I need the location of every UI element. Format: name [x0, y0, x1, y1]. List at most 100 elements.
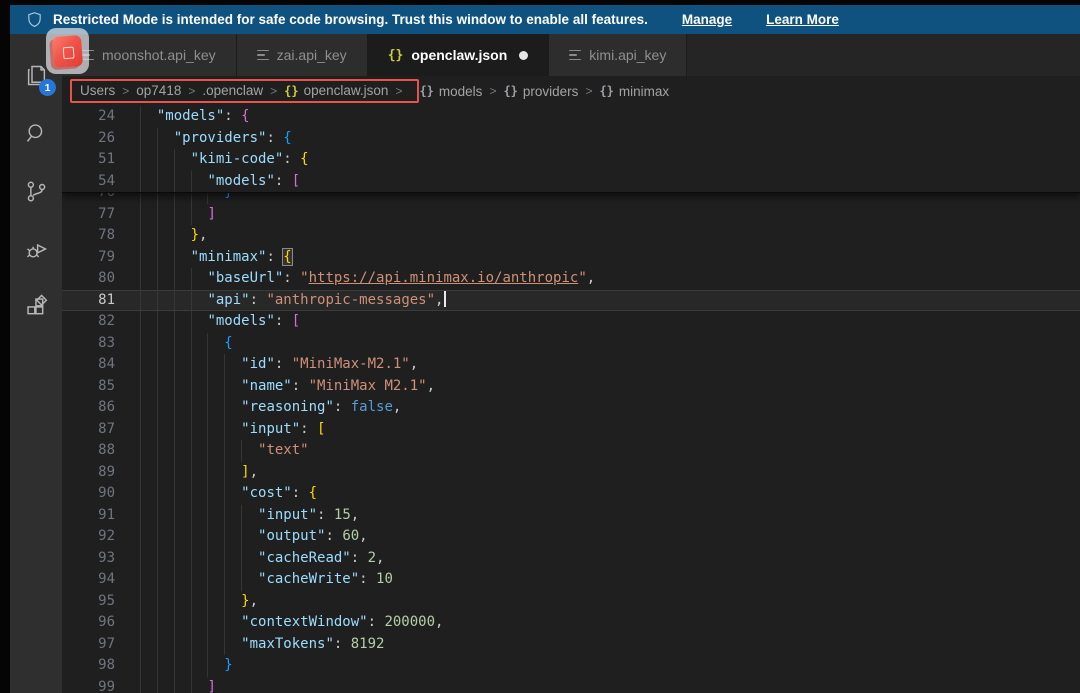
code-line-24[interactable]: 24 "models": { [62, 106, 1080, 128]
code-text[interactable]: }, [140, 590, 1080, 612]
code-line-54[interactable]: 54 "models": [ [62, 170, 1080, 193]
code-text[interactable]: "cost": { [140, 483, 1080, 505]
code-line-86[interactable]: 86 "reasoning": false, [62, 397, 1080, 419]
code-text[interactable]: "id": "MiniMax-M2.1", [140, 354, 1080, 376]
learn-more-link[interactable]: Learn More [766, 12, 839, 27]
fold-gutter[interactable] [115, 440, 140, 462]
code-text[interactable]: "name": "MiniMax M2.1", [140, 375, 1080, 397]
fold-gutter[interactable] [115, 128, 140, 150]
fold-gutter[interactable] [115, 333, 140, 355]
fold-gutter[interactable] [115, 419, 140, 441]
fold-gutter[interactable] [115, 247, 140, 269]
code-line-79[interactable]: 79 "minimax": { [62, 246, 1080, 269]
code-text[interactable]: "minimax": { [140, 246, 1080, 268]
code-line-51[interactable]: 51 "kimi-code": { [62, 149, 1080, 171]
fold-gutter[interactable] [115, 591, 140, 613]
fold-gutter[interactable] [115, 171, 140, 193]
code-text[interactable]: ] [140, 203, 1080, 225]
code-line-91[interactable]: 91 "input": 15, [62, 504, 1080, 527]
fold-gutter[interactable] [115, 483, 140, 505]
tab-openclaw.json[interactable]: {} openclaw.json [367, 34, 550, 76]
fold-gutter[interactable] [115, 290, 140, 312]
modified-dot-icon[interactable] [519, 50, 529, 60]
fold-gutter[interactable] [115, 193, 140, 204]
code-line-97[interactable]: 97 "maxTokens": 8192 [62, 633, 1080, 656]
code-line-82[interactable]: 82 "models": [ [62, 311, 1080, 333]
search-icon[interactable] [10, 104, 62, 162]
breadcrumb-item-Users[interactable]: Users [80, 83, 115, 98]
source-control-icon[interactable] [10, 162, 62, 220]
manage-link[interactable]: Manage [682, 12, 732, 27]
tab-kimi.api_key[interactable]: kimi.api_key [549, 34, 688, 76]
code-text[interactable]: "providers": { [140, 127, 1080, 149]
fold-gutter[interactable] [115, 268, 140, 290]
code-text[interactable]: "models": [ [140, 311, 1080, 333]
code-text[interactable]: ], [140, 461, 1080, 483]
code-line-83[interactable]: 83 { [62, 332, 1080, 355]
code-line-95[interactable]: 95 }, [62, 590, 1080, 613]
code-text[interactable]: } [140, 655, 1080, 677]
code-line-81[interactable]: 81 "api": "anthropic-messages", [62, 289, 1080, 312]
code-text[interactable]: "models": [ [140, 170, 1080, 192]
fold-gutter[interactable] [115, 612, 140, 634]
code-text[interactable]: "baseUrl": "https://api.minimax.io/anthr… [140, 268, 1080, 290]
fold-gutter[interactable] [115, 149, 140, 171]
fold-gutter[interactable] [115, 225, 140, 247]
breadcrumb-item-openclaw.json[interactable]: {} openclaw.json [284, 83, 388, 98]
code-line-99[interactable]: 99 ] [62, 676, 1080, 693]
code-line-94[interactable]: 94 "cacheWrite": 10 [62, 569, 1080, 591]
code-line-26[interactable]: 26 "providers": { [62, 127, 1080, 150]
code-area[interactable]: 76 }77 ]78 },79 "minimax": {80 "baseUrl"… [62, 193, 1080, 693]
code-text[interactable]: { [140, 332, 1080, 354]
fold-gutter[interactable] [115, 397, 140, 419]
code-text[interactable]: "input": [ [140, 418, 1080, 440]
fold-gutter[interactable] [115, 311, 140, 333]
code-line-98[interactable]: 98 } [62, 655, 1080, 677]
run-debug-icon[interactable] [10, 220, 62, 278]
code-line-96[interactable]: 96 "contextWindow": 200000, [62, 612, 1080, 634]
fold-gutter[interactable] [115, 505, 140, 527]
code-line-78[interactable]: 78 }, [62, 225, 1080, 247]
code-line-85[interactable]: 85 "name": "MiniMax M2.1", [62, 375, 1080, 397]
code-line-90[interactable]: 90 "cost": { [62, 483, 1080, 505]
sticky-scroll[interactable]: 24 "models": {26 "providers": {51 "kimi-… [62, 106, 1080, 193]
fold-gutter[interactable] [115, 204, 140, 226]
code-line-76[interactable]: 76 } [62, 193, 1080, 204]
fold-gutter[interactable] [115, 106, 140, 128]
code-text[interactable]: "input": 15, [140, 504, 1080, 526]
code-text[interactable]: "models": { [140, 106, 1080, 128]
extensions-icon[interactable] [10, 278, 62, 336]
code-text[interactable]: "text" [140, 440, 1080, 462]
code-text[interactable]: ] [140, 676, 1080, 693]
code-line-92[interactable]: 92 "output": 60, [62, 526, 1080, 548]
code-line-84[interactable]: 84 "id": "MiniMax-M2.1", [62, 354, 1080, 376]
code-text[interactable]: "contextWindow": 200000, [140, 612, 1080, 634]
fold-gutter[interactable] [115, 526, 140, 548]
code-line-80[interactable]: 80 "baseUrl": "https://api.minimax.io/an… [62, 268, 1080, 290]
tab-zai.api_key[interactable]: zai.api_key [236, 34, 368, 76]
fold-gutter[interactable] [115, 548, 140, 570]
fold-gutter[interactable] [115, 634, 140, 656]
breadcrumb-item-.openclaw[interactable]: .openclaw [202, 83, 263, 98]
code-text[interactable]: }, [140, 225, 1080, 247]
fold-gutter[interactable] [115, 677, 140, 693]
code-line-77[interactable]: 77 ] [62, 203, 1080, 226]
code-text[interactable]: "kimi-code": { [140, 149, 1080, 171]
code-line-89[interactable]: 89 ], [62, 461, 1080, 484]
fold-gutter[interactable] [115, 462, 140, 484]
breadcrumb-item-providers[interactable]: {} providers [503, 84, 578, 99]
code-line-93[interactable]: 93 "cacheRead": 2, [62, 547, 1080, 570]
breadcrumb-item-models[interactable]: {} models [419, 84, 482, 99]
code-editor[interactable]: 24 "models": {26 "providers": {51 "kimi-… [62, 106, 1080, 693]
code-text[interactable]: } [140, 193, 1080, 204]
code-text[interactable]: "maxTokens": 8192 [140, 633, 1080, 655]
fold-gutter[interactable] [115, 354, 140, 376]
code-line-88[interactable]: 88 "text" [62, 440, 1080, 462]
breadcrumb-item-op7418[interactable]: op7418 [136, 83, 181, 98]
code-line-87[interactable]: 87 "input": [ [62, 418, 1080, 441]
code-text[interactable]: "cacheRead": 2, [140, 547, 1080, 569]
code-text[interactable]: "output": 60, [140, 526, 1080, 548]
fold-gutter[interactable] [115, 569, 140, 591]
code-text[interactable]: "reasoning": false, [140, 397, 1080, 419]
breadcrumb-item-minimax[interactable]: {} minimax [599, 84, 669, 99]
